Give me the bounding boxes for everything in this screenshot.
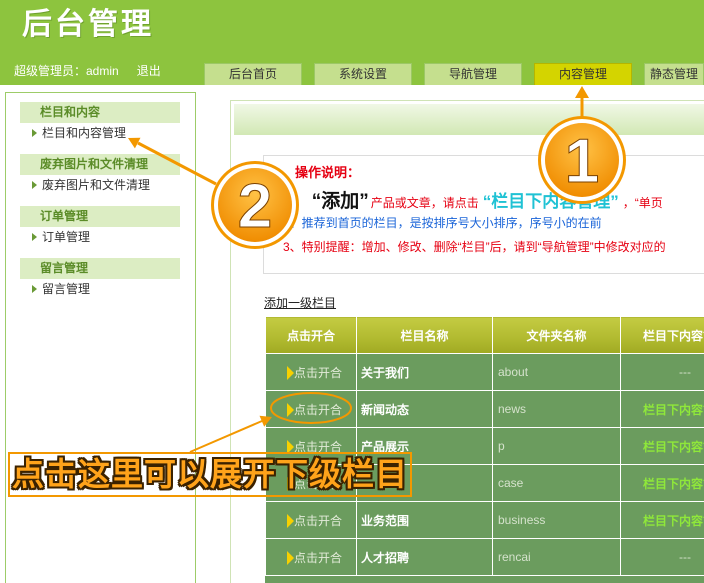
folder-name: business	[492, 501, 621, 539]
instruction-line-3: 3、特别提醒：增加、修改、删除“栏目”后，请到“导航管理”中修改对应的	[283, 240, 666, 254]
annotation-banner: 点击这里可以展开下级栏目	[8, 452, 412, 497]
table-row: 点击开合 关于我们 about ---	[265, 353, 704, 391]
sidebar-item-messages[interactable]: 留言管理	[32, 280, 90, 298]
expand-triangle-icon	[287, 365, 294, 380]
content-management-link[interactable]: 栏目下内容管理	[620, 464, 704, 502]
folder-name: about	[492, 353, 621, 391]
instruction-line-2: 2、推荐到首页的栏目，是按排序号大小排序，序号小的在前	[283, 216, 602, 230]
current-user-label: 超级管理员：admin	[14, 64, 119, 78]
expand-toggle[interactable]: 点击开合	[265, 538, 357, 576]
tab-static[interactable]: 静态管理	[644, 63, 704, 85]
sidebar-item-label: 栏目和内容管理	[42, 126, 127, 140]
admin-page: 后台管理 超级管理员：admin 退出 后台首页 系统设置 导航管理 内容管理 静…	[0, 0, 704, 583]
instruction-highlight: “栏目下内容管理”	[482, 192, 619, 211]
instruction-tail: ，“单页	[622, 196, 663, 210]
table-row: 点击开合 人才招聘 rencai ---	[265, 538, 704, 576]
header-toggle: 点击开合	[265, 316, 357, 354]
instructions-heading: 操作说明：	[295, 165, 361, 180]
expand-triangle-icon	[287, 402, 294, 417]
top-header: 后台管理 超级管理员：admin 退出 后台首页 系统设置 导航管理 内容管理 静…	[0, 0, 704, 85]
folder-name: p	[492, 427, 621, 465]
expand-toggle-label: 点击开合	[294, 365, 343, 380]
bullet-triangle-icon	[32, 233, 37, 241]
user-bar: 超级管理员：admin 退出	[14, 63, 161, 79]
main-panel-title-bar	[234, 104, 704, 135]
expand-toggle-label: 点击开合	[294, 550, 343, 565]
sidebar-section-messages: 留言管理	[20, 258, 180, 279]
logout-link[interactable]: 退出	[137, 64, 161, 78]
expand-toggle-label: 点击开合	[294, 513, 343, 528]
column-name: 新闻动态	[356, 390, 493, 428]
sidebar-section-orders: 订单管理	[20, 206, 180, 227]
content-management-link[interactable]: 栏目下内容管理	[620, 501, 704, 539]
instruction-line-1: 1、 “添加” 产品或文章，请点击 “栏目下内容管理” ，“单页	[283, 186, 704, 214]
bullet-triangle-icon	[32, 181, 37, 189]
header-folder-name: 文件夹名称	[492, 316, 621, 354]
add-top-level-column-link[interactable]: 添加一级栏目	[264, 296, 336, 310]
sidebar-item-label: 订单管理	[42, 230, 91, 244]
table-header-row: 点击开合 栏目名称 文件夹名称 栏目下内容管理	[265, 316, 704, 354]
column-table: 点击开合 栏目名称 文件夹名称 栏目下内容管理 点击开合 关于我们 about …	[265, 316, 704, 583]
instruction-text: 产品或文章，请点击	[370, 196, 479, 210]
tab-content[interactable]: 内容管理	[534, 63, 632, 85]
header-column-name: 栏目名称	[356, 316, 493, 354]
column-name: 人才招聘	[356, 538, 493, 576]
folder-name: news	[492, 390, 621, 428]
app-title: 后台管理	[22, 8, 154, 41]
expand-toggle[interactable]: 点击开合	[265, 390, 357, 428]
sidebar-item-column-content-management[interactable]: 栏目和内容管理	[32, 124, 126, 142]
table-row: 点击开合 业务范围 business 栏目下内容管理	[265, 501, 704, 539]
column-name: 业务范围	[356, 501, 493, 539]
tab-navigation[interactable]: 导航管理	[424, 63, 522, 85]
folder-name: rencai	[492, 538, 621, 576]
sidebar-item-label: 废弃图片和文件清理	[42, 178, 151, 192]
sidebar-section-cleanup: 废弃图片和文件清理	[20, 154, 180, 175]
content-management-link[interactable]: 栏目下内容管理	[620, 390, 704, 428]
expand-triangle-icon	[287, 550, 294, 565]
expand-triangle-icon	[287, 513, 294, 528]
header-content-management: 栏目下内容管理	[620, 316, 704, 354]
no-content-placeholder: ---	[620, 538, 704, 576]
folder-name: case	[492, 464, 621, 502]
expand-toggle[interactable]: 点击开合	[265, 353, 357, 391]
instructions-box: 操作说明： 1、 “添加” 产品或文章，请点击 “栏目下内容管理” ，“单页 2…	[263, 155, 704, 274]
tab-system-settings[interactable]: 系统设置	[314, 63, 412, 85]
sidebar-section-columns: 栏目和内容	[20, 102, 180, 123]
table-row: 点击开合 新闻动态 news 栏目下内容管理	[265, 390, 704, 428]
sidebar-item-orders[interactable]: 订单管理	[32, 228, 90, 246]
expand-toggle-label: 点击开合	[294, 402, 343, 417]
no-content-placeholder: ---	[620, 353, 704, 391]
bullet-triangle-icon	[32, 285, 37, 293]
content-management-link[interactable]: 栏目下内容管理	[620, 427, 704, 465]
tab-home[interactable]: 后台首页	[204, 63, 302, 85]
instruction-number: 1、	[283, 196, 302, 210]
expand-toggle[interactable]: 点击开合	[265, 501, 357, 539]
bullet-triangle-icon	[32, 129, 37, 137]
sidebar-item-label: 留言管理	[42, 282, 91, 296]
column-name: 关于我们	[356, 353, 493, 391]
instruction-emphasis: “添加”	[311, 191, 369, 212]
sidebar: 栏目和内容 栏目和内容管理 废弃图片和文件清理 废弃图片和文件清理 订单管理 订…	[5, 92, 196, 583]
sidebar-item-file-cleanup[interactable]: 废弃图片和文件清理	[32, 176, 150, 194]
